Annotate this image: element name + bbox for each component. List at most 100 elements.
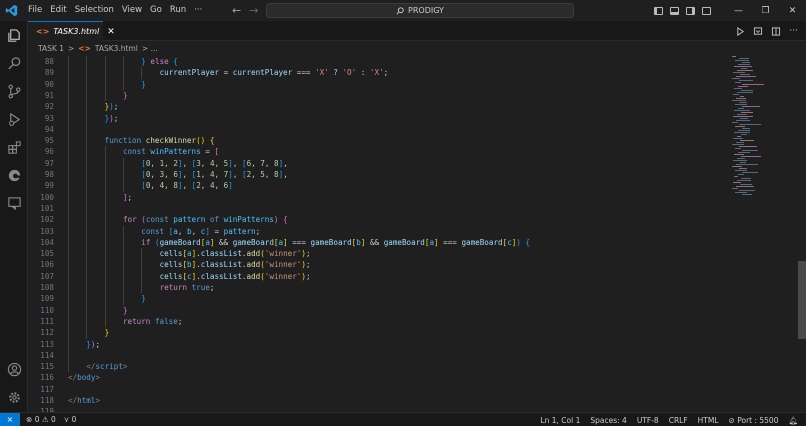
toggle-primary-sidebar-icon[interactable]	[654, 6, 663, 15]
command-center-search[interactable]: PRODIGY	[266, 3, 574, 18]
menu-file[interactable]: File	[24, 0, 46, 21]
code-text: currentPlayer = currentPlayer === 'X' ? …	[160, 67, 389, 78]
minimap-line	[742, 62, 750, 63]
code-line[interactable]: 114	[28, 350, 728, 361]
settings-gear-icon[interactable]	[5, 388, 23, 406]
code-line[interactable]: 116 </body>	[28, 372, 728, 383]
code-line[interactable]: 93});	[28, 113, 728, 124]
code-text: }	[105, 327, 110, 338]
code-line[interactable]: 108 return true;	[28, 282, 728, 293]
code-text: });	[86, 339, 100, 350]
code-token: ,	[177, 226, 188, 236]
cursor-position[interactable]: Ln 1, Col 1	[540, 416, 580, 425]
code-line[interactable]: 99 [0, 4, 8], [2, 4, 6]	[28, 180, 728, 191]
code-line[interactable]: 107 cells[c].classList.add('winner');	[28, 271, 728, 282]
problems-indicator[interactable]: ⊗ 0 ⚠ 0	[26, 415, 56, 424]
code-line[interactable]: 118 </html>	[28, 395, 728, 406]
indent-guide	[122, 56, 124, 90]
indentation[interactable]: Spaces: 4	[590, 416, 626, 425]
editor-scrollbar[interactable]	[798, 55, 806, 412]
code-line[interactable]: 89 currentPlayer = currentPlayer === 'X' …	[28, 67, 728, 78]
minimap[interactable]	[728, 55, 798, 412]
code-line[interactable]: 95 function checkWinner() {	[28, 135, 728, 146]
tab-task3-html[interactable]: <> TASK3.html ✕	[28, 21, 115, 41]
edge-devtools-icon[interactable]	[5, 166, 23, 184]
code-line[interactable]: 113});	[28, 339, 728, 350]
breadcrumb-file[interactable]: TASK3.html	[95, 44, 138, 53]
restore-button[interactable]: ❐	[752, 0, 779, 21]
explorer-icon[interactable]	[5, 26, 23, 44]
remote-explorer-icon[interactable]	[5, 194, 23, 212]
encoding[interactable]: UTF-8	[637, 416, 659, 425]
line-number: 104	[40, 237, 54, 247]
indent-guide	[104, 56, 106, 102]
code-line[interactable]: 104 if (gameBoard[a] && gameBoard[a] === …	[28, 237, 728, 248]
code-line[interactable]: 105 cells[a].classList.add('winner');	[28, 248, 728, 259]
code-line[interactable]: 94	[28, 124, 728, 135]
code-line[interactable]: 91}	[28, 90, 728, 101]
code-line[interactable]: 88} else {	[28, 56, 728, 67]
code-token: ,	[164, 158, 174, 168]
indent-guide	[141, 67, 143, 79]
code-line[interactable]: 98 [0, 3, 6], [1, 4, 7], [2, 5, 8],	[28, 169, 728, 180]
line-number: 102	[40, 215, 54, 225]
open-preview-icon[interactable]	[753, 26, 763, 36]
code-text: if (gameBoard[a] && gameBoard[a] === gam…	[141, 237, 530, 248]
forward-arrow-icon[interactable]: →	[249, 4, 258, 17]
code-line[interactable]: 102 for (const pattern of winPatterns) {	[28, 214, 728, 225]
code-line[interactable]: 97 [0, 1, 2], [3, 4, 5], [6, 7, 8],	[28, 158, 728, 169]
code-line[interactable]: 103 const [a, b, c] = pattern;	[28, 226, 728, 237]
code-line[interactable]: 101	[28, 203, 728, 214]
code-line[interactable]: 96 const winPatterns = [	[28, 146, 728, 157]
code-line[interactable]: 117	[28, 384, 728, 395]
code-line[interactable]: 106 cells[b].classList.add('winner');	[28, 259, 728, 270]
live-server-port[interactable]: ⊘ Port : 5500	[729, 416, 779, 425]
code-text: } else {	[141, 56, 178, 67]
account-icon[interactable]	[5, 360, 23, 378]
menu-view[interactable]: View	[118, 0, 146, 21]
minimap-line	[735, 60, 749, 61]
split-editor-icon[interactable]	[771, 26, 781, 36]
remote-indicator-icon[interactable]: ⨯	[0, 412, 20, 426]
menu-edit[interactable]: Edit	[46, 0, 70, 21]
run-debug-icon[interactable]	[5, 110, 23, 128]
code-line[interactable]: 111 return false;	[28, 316, 728, 327]
more-actions-icon[interactable]: ···	[789, 26, 798, 36]
menu-run[interactable]: Run	[166, 0, 190, 21]
status-bar: ⨯ ⊗ 0 ⚠ 0 ⋎ 0 Ln 1, Col 1 Spaces: 4 UTF-…	[0, 412, 806, 426]
language-mode[interactable]: HTML	[698, 416, 719, 425]
search-sidebar-icon[interactable]	[5, 54, 23, 72]
breadcrumb-folder[interactable]: TASK 1	[38, 44, 64, 53]
toggle-panel-icon[interactable]	[670, 6, 679, 15]
scrollbar-thumb[interactable]	[798, 261, 806, 339]
code-token: ,	[150, 158, 160, 168]
toggle-secondary-sidebar-icon[interactable]	[686, 6, 695, 15]
code-line[interactable]: 92});	[28, 101, 728, 112]
code-editor[interactable]: 88} else {89 currentPlayer = currentPlaye…	[28, 55, 728, 412]
close-window-button[interactable]: ✕	[779, 0, 806, 21]
ports-indicator[interactable]: ⋎ 0	[64, 415, 77, 424]
source-control-icon[interactable]	[5, 82, 23, 100]
minimize-button[interactable]: —	[725, 0, 752, 21]
code-line[interactable]: 110}	[28, 305, 728, 316]
breadcrumb-tail[interactable]: > ...	[142, 44, 158, 53]
customize-layout-icon[interactable]	[702, 6, 711, 15]
minimap-line	[737, 70, 753, 71]
code-token: ()	[196, 136, 206, 146]
code-line[interactable]: 100];	[28, 192, 728, 203]
tab-close-icon[interactable]: ✕	[107, 27, 115, 37]
extensions-icon[interactable]	[5, 138, 23, 156]
menu-go[interactable]: Go	[146, 0, 166, 21]
code-line[interactable]: 115 </script>	[28, 361, 728, 372]
end-of-line[interactable]: CRLF	[669, 416, 688, 425]
code-line[interactable]: 109}	[28, 293, 728, 304]
code-line[interactable]: 112}	[28, 327, 728, 338]
code-token: classList	[200, 260, 242, 270]
back-arrow-icon[interactable]: ←	[232, 4, 241, 17]
menu-selection[interactable]: Selection	[71, 0, 118, 21]
code-line[interactable]: 90}	[28, 79, 728, 90]
menu-more[interactable]: ···	[190, 0, 206, 21]
notifications-bell-icon[interactable]: 🔔︎	[788, 416, 798, 425]
code-token: ,	[191, 226, 201, 236]
run-icon[interactable]	[736, 26, 745, 36]
